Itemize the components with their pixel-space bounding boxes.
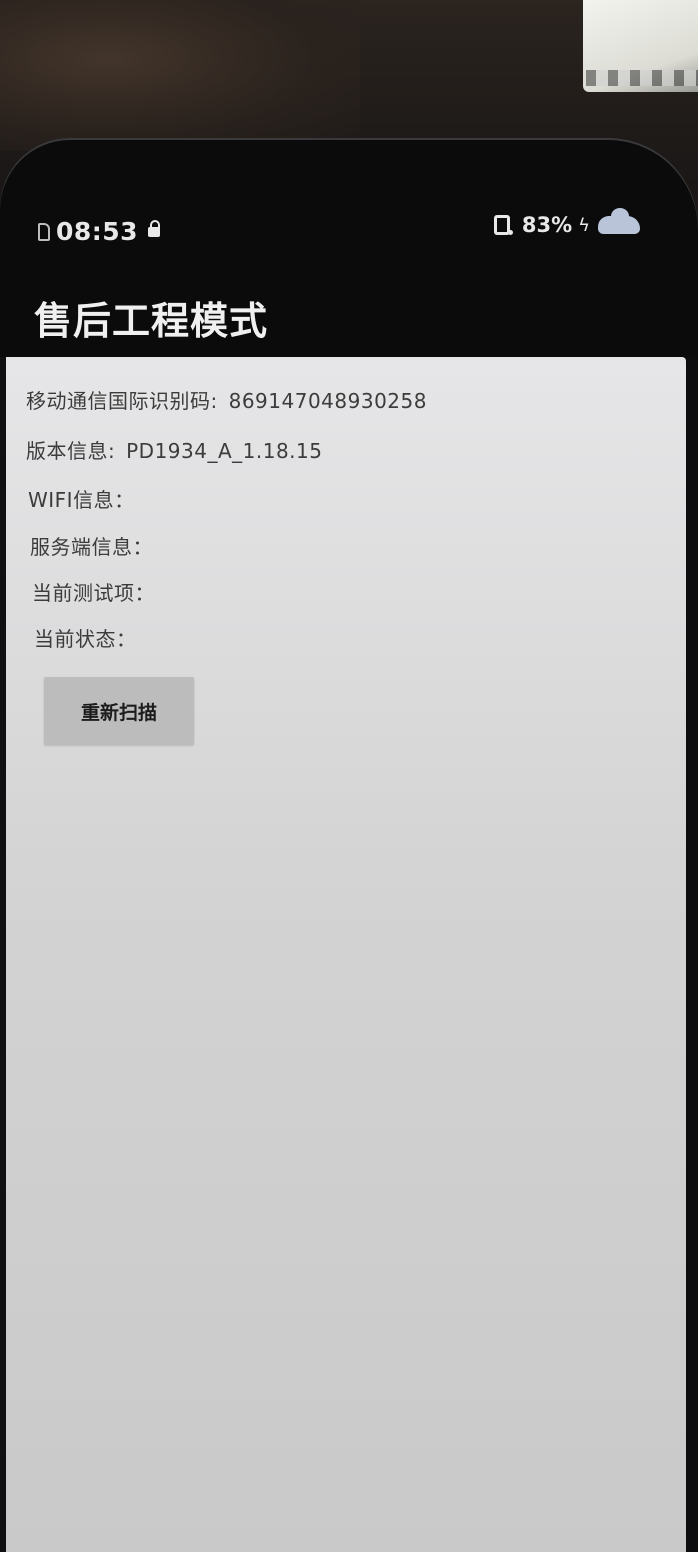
server-label: 服务端信息： <box>30 535 153 559</box>
version-row: 版本信息: PD1934_A_1.18.15 <box>26 435 323 464</box>
version-value: PD1934_A_1.18.15 <box>126 439 323 463</box>
wifi-label: WIFI信息： <box>28 488 135 512</box>
rescan-button[interactable]: 重新扫描 <box>44 677 194 745</box>
lock-icon <box>148 219 161 241</box>
server-row: 服务端信息： <box>30 531 153 560</box>
background-monitor-taskbar <box>586 70 698 86</box>
status-right: 83% ϟ <box>493 208 640 237</box>
charge-icon: ϟ <box>578 214 590 236</box>
cloud-icon <box>598 208 640 234</box>
status-left: 08:53 <box>38 217 161 246</box>
nfc-icon <box>493 215 513 235</box>
sim-icon <box>38 222 50 241</box>
status-bar: 08:53 83% ϟ <box>0 205 698 265</box>
status-label: 当前状态： <box>34 627 137 651</box>
test-item-label: 当前测试项： <box>32 581 155 605</box>
imei-label: 移动通信国际识别码: <box>26 389 218 413</box>
test-item-row: 当前测试项： <box>32 577 155 606</box>
main-content: 移动通信国际识别码: 869147048930258 版本信息: PD1934_… <box>6 357 686 1552</box>
background-object <box>0 0 360 150</box>
version-label: 版本信息: <box>26 439 116 463</box>
phone-edge-right <box>686 357 698 1552</box>
imei-value: 869147048930258 <box>228 389 427 413</box>
status-row: 当前状态： <box>34 623 137 652</box>
wifi-row: WIFI信息： <box>28 484 135 513</box>
battery-percent: 83% <box>521 213 573 237</box>
page-title: 售后工程模式 <box>34 299 269 343</box>
status-time: 08:53 <box>56 217 139 246</box>
imei-row: 移动通信国际识别码: 869147048930258 <box>26 385 427 414</box>
